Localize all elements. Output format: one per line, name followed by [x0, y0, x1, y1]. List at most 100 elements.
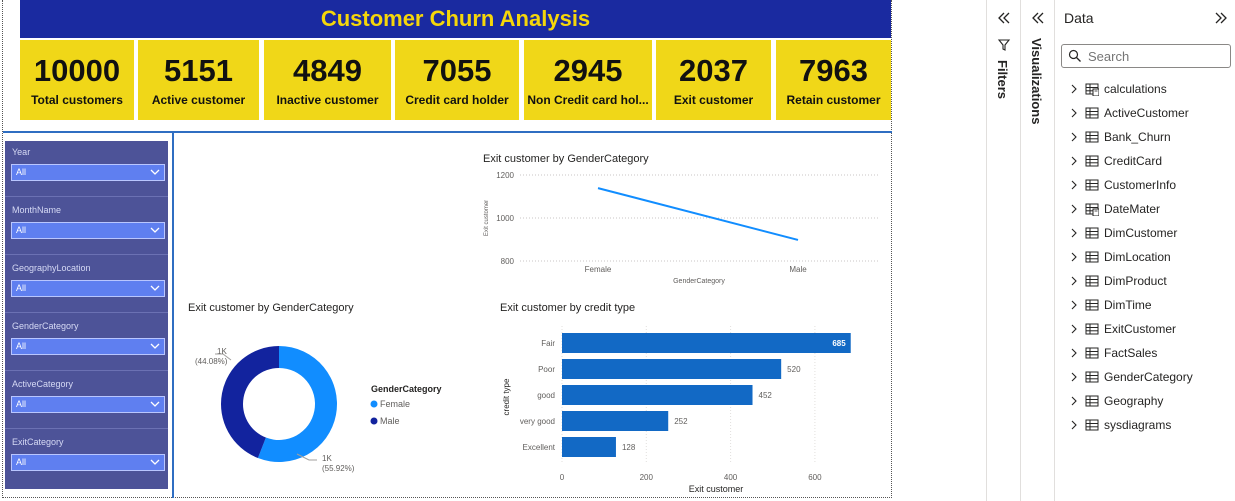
slicer-dropdown[interactable]: All: [11, 164, 165, 181]
visualizations-pane-label[interactable]: Visualizations: [1029, 38, 1044, 124]
category-labels: Fair Poor good very good Excellent: [520, 339, 556, 452]
slicer-title: ExitCategory: [12, 437, 64, 447]
chevron-right-icon[interactable]: [1069, 396, 1079, 406]
table-item-sysdiagrams[interactable]: sysdiagrams: [1069, 414, 1229, 436]
chevron-down-icon: [150, 459, 160, 465]
table-item-exitcustomer[interactable]: ExitCustomer: [1069, 318, 1229, 340]
filters-pane[interactable]: Filters: [986, 0, 1020, 501]
legend-label-female: Female: [380, 399, 410, 409]
kpi-card-inactive-customer[interactable]: 4849 Inactive customer: [264, 40, 391, 120]
slicer-gendercategory: GenderCategory All: [5, 315, 168, 371]
table-icon: [1085, 323, 1099, 335]
bar-poor[interactable]: [562, 359, 782, 379]
table-item-dimlocation[interactable]: DimLocation: [1069, 246, 1229, 268]
chevron-down-icon: [150, 285, 160, 291]
x-axis-label: GenderCategory: [673, 278, 725, 285]
table-item-calculations[interactable]: calculations: [1069, 78, 1229, 100]
kpi-card-retain-customer[interactable]: 7963 Retain customer: [776, 40, 891, 120]
visualizations-pane[interactable]: Visualizations: [1020, 0, 1054, 501]
search-icon: [1068, 49, 1081, 62]
table-icon: [1085, 107, 1099, 119]
chevron-right-icon[interactable]: [1069, 180, 1079, 190]
table-name: CustomerInfo: [1104, 178, 1177, 192]
table-item-geography[interactable]: Geography: [1069, 390, 1229, 412]
slicer-dropdown[interactable]: All: [11, 280, 165, 297]
chevron-right-icon[interactable]: [1069, 108, 1079, 118]
chevron-right-icon[interactable]: [1069, 132, 1079, 142]
bar-very-good[interactable]: [562, 411, 669, 431]
table-item-factsales[interactable]: FactSales: [1069, 342, 1229, 364]
filters-pane-label[interactable]: Filters: [995, 60, 1010, 99]
bar-data-label: 128: [622, 443, 636, 452]
bar-data-label: 685: [832, 339, 846, 348]
category-label: good: [537, 391, 555, 400]
slicer-dropdown[interactable]: All: [11, 454, 165, 471]
kpi-card-exit-customer[interactable]: 2037 Exit customer: [656, 40, 771, 120]
calc-table-icon: [1085, 83, 1099, 96]
chevron-right-icon[interactable]: [1069, 300, 1079, 310]
chevron-right-icon[interactable]: [1069, 276, 1079, 286]
table-item-dimtime[interactable]: DimTime: [1069, 294, 1229, 316]
bar-chart-title: Exit customer by credit type: [500, 302, 636, 314]
filter-icon: [997, 39, 1011, 51]
chevron-right-icon[interactable]: [1069, 372, 1079, 382]
kpi-value: 4849: [293, 52, 362, 88]
table-item-gendercategory[interactable]: GenderCategory: [1069, 366, 1229, 388]
kpi-card-total-customers[interactable]: 10000 Total customers: [20, 40, 134, 120]
kpi-card-credit-card-holder[interactable]: 7055 Credit card holder: [395, 40, 519, 120]
table-name: DateMater: [1104, 202, 1161, 216]
data-search-input[interactable]: [1061, 44, 1231, 68]
slicer-dropdown[interactable]: All: [11, 338, 165, 355]
kpi-value: 5151: [164, 52, 233, 88]
slicer-dropdown[interactable]: All: [11, 396, 165, 413]
table-item-activecustomer[interactable]: ActiveCustomer: [1069, 102, 1229, 124]
section-divider: [172, 133, 174, 498]
table-icon: [1085, 419, 1099, 431]
slicer-value: All: [16, 283, 27, 293]
chevron-right-icon[interactable]: [1069, 348, 1079, 358]
bar-data-label: 520: [787, 365, 801, 374]
slicer-dropdown[interactable]: All: [11, 222, 165, 239]
table-item-customerinfo[interactable]: CustomerInfo: [1069, 174, 1229, 196]
table-item-dimproduct[interactable]: DimProduct: [1069, 270, 1229, 292]
table-item-datemater[interactable]: DateMater: [1069, 198, 1229, 220]
table-icon: [1085, 179, 1099, 191]
table-item-dimcustomer[interactable]: DimCustomer: [1069, 222, 1229, 244]
chevron-right-icon[interactable]: [1069, 228, 1079, 238]
collapse-left-icon[interactable]: [996, 10, 1012, 26]
chevron-right-icon[interactable]: [1069, 156, 1079, 166]
kpi-card-non-credit-card-holder[interactable]: 2945 Non Credit card hol...: [524, 40, 652, 120]
data-label-male: 1K: [217, 347, 227, 356]
kpi-card-active-customer[interactable]: 5151 Active customer: [138, 40, 259, 120]
chevron-right-icon[interactable]: [1069, 84, 1079, 94]
table-icon: [1085, 227, 1099, 239]
x-tick-label: 400: [724, 473, 738, 482]
chevron-right-icon[interactable]: [1069, 324, 1079, 334]
bar-excellent[interactable]: [562, 437, 616, 457]
line-chart[interactable]: 1200 1000 800 Exit customer Female Male G…: [478, 168, 888, 290]
kpi-label: Inactive customer: [276, 92, 379, 107]
chevron-right-icon[interactable]: [1069, 204, 1079, 214]
x-tick-labels: Female Male: [585, 265, 808, 274]
donut-slices: [221, 346, 338, 462]
collapse-right-icon[interactable]: [1213, 10, 1229, 26]
bar-chart[interactable]: credit type Fair Poor good very good Excelle…: [495, 322, 890, 498]
slicer-exitcategory: ExitCategory All: [5, 431, 168, 487]
table-item-bank_churn[interactable]: Bank_Churn: [1069, 126, 1229, 148]
table-icon: [1085, 347, 1099, 359]
donut-chart[interactable]: 1K(55.92%)1K(44.08%) GenderCategory Fema…: [185, 318, 475, 496]
kpi-label: Non Credit card hol...: [527, 92, 649, 107]
chevron-right-icon[interactable]: [1069, 420, 1079, 430]
table-name: Geography: [1104, 394, 1164, 408]
table-name: sysdiagrams: [1104, 418, 1172, 432]
bar-good[interactable]: [562, 385, 753, 405]
table-item-creditcard[interactable]: CreditCard: [1069, 150, 1229, 172]
data-pane-title: Data: [1064, 10, 1094, 26]
kpi-value: 2945: [553, 52, 623, 88]
bar-marks: [562, 333, 851, 457]
bar-fair[interactable]: [562, 333, 851, 353]
chevron-right-icon[interactable]: [1069, 252, 1079, 262]
collapse-left-icon[interactable]: [1030, 10, 1046, 26]
kpi-value: 7055: [422, 52, 492, 88]
slicer-monthname: MonthName All: [5, 199, 168, 255]
